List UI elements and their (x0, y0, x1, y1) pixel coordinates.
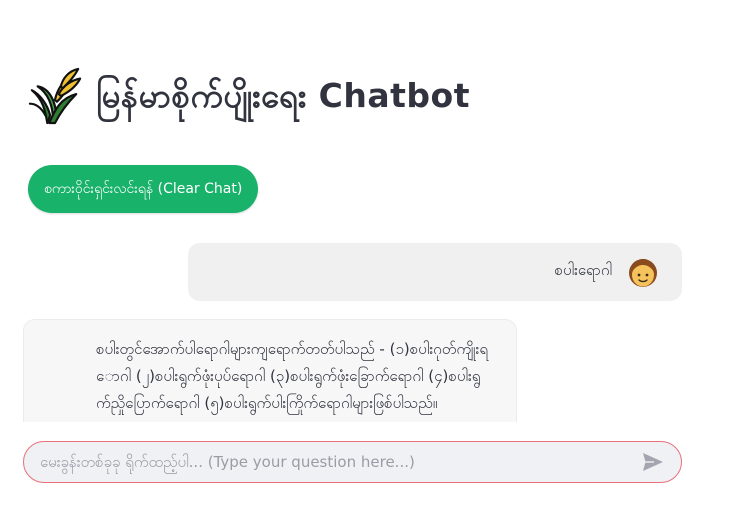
header: မြန်မာစိုက်ပျိုးရေး Chatbot (26, 64, 470, 128)
user-avatar-icon (629, 259, 657, 287)
user-message: စပါးရောဂါ (188, 243, 682, 301)
user-message-text: စပါးရောဂါ (554, 261, 612, 279)
clear-chat-button[interactable]: စကားဝိုင်းရှင်းလင်းရန် (Clear Chat) (28, 165, 259, 213)
send-arrow-icon (643, 453, 663, 471)
chat-input-container (23, 441, 682, 483)
assistant-message: စပါးတွင်အောက်ပါရောဂါများကျရောက်တတ်ပါသည် … (23, 319, 517, 422)
assistant-message-text: စပါးတွင်အောက်ပါရောဂါများကျရောက်တတ်ပါသည် … (96, 340, 488, 412)
page-title: မြန်မာစိုက်ပျိုးရေး Chatbot (96, 76, 470, 115)
rice-plant-icon (28, 67, 82, 125)
chat-history[interactable]: စပါးရောဂါ စပါးတွင်အောက်ပါရောဂါများကျရောက… (0, 230, 729, 422)
send-button[interactable] (631, 442, 675, 482)
chat-input[interactable] (24, 442, 631, 482)
chat-app: မြန်မာစိုက်ပျိုးရေး Chatbot စကားဝိုင်းရှ… (0, 0, 729, 510)
